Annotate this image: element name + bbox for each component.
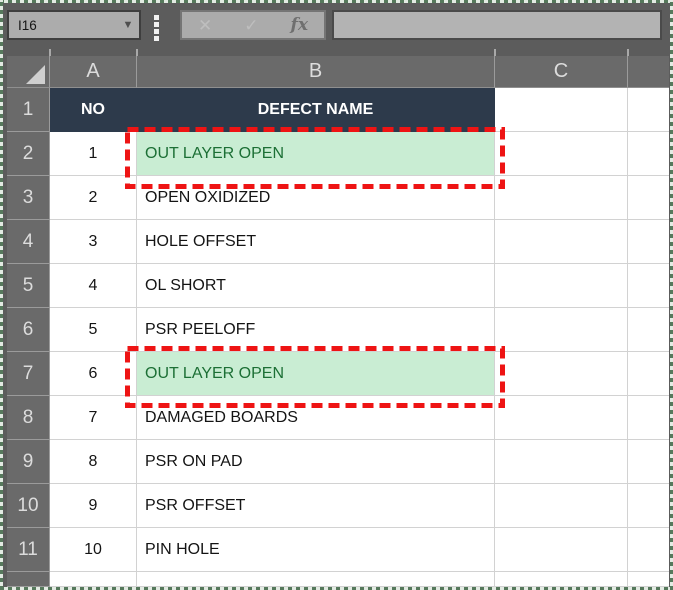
cell-d6[interactable] xyxy=(628,308,669,352)
formula-input[interactable] xyxy=(340,17,654,34)
cell-d4[interactable] xyxy=(628,220,669,264)
cell-b1-defect-header[interactable]: DEFECT NAME xyxy=(137,88,495,132)
cell-b7-highlighted[interactable]: OUT LAYER OPEN xyxy=(137,352,495,396)
row-header-2[interactable]: 2 xyxy=(7,132,50,176)
table-row: 5 4 OL SHORT xyxy=(7,264,669,308)
column-tick xyxy=(494,49,496,56)
cell-d1[interactable] xyxy=(628,88,669,132)
cell-a11[interactable]: 10 xyxy=(50,528,137,572)
cell-a4[interactable]: 3 xyxy=(50,220,137,264)
cell-b12[interactable] xyxy=(137,572,495,587)
select-all-button[interactable] xyxy=(7,56,50,88)
column-header-c[interactable]: C xyxy=(495,56,628,88)
row-header-9[interactable]: 9 xyxy=(7,440,50,484)
cell-a2[interactable]: 1 xyxy=(50,132,137,176)
cell-c6[interactable] xyxy=(495,308,628,352)
insert-function-button[interactable]: fx xyxy=(291,15,308,35)
cell-d3[interactable] xyxy=(628,176,669,220)
column-header-a[interactable]: A xyxy=(50,56,137,88)
cell-d5[interactable] xyxy=(628,264,669,308)
cell-c3[interactable] xyxy=(495,176,628,220)
cell-c2[interactable] xyxy=(495,132,628,176)
cell-c11[interactable] xyxy=(495,528,628,572)
table-row: 4 3 HOLE OFFSET xyxy=(7,220,669,264)
excel-window: ▼ ✕ ✓ fx A B C 1 NO DEFECT NAME 2 1 xyxy=(0,0,673,590)
cell-c10[interactable] xyxy=(495,484,628,528)
capture-border-left xyxy=(0,0,3,590)
cell-c1[interactable] xyxy=(495,88,628,132)
name-box[interactable]: ▼ xyxy=(7,10,141,40)
cell-d8[interactable] xyxy=(628,396,669,440)
cell-b4[interactable]: HOLE OFFSET xyxy=(137,220,495,264)
row-header-12[interactable] xyxy=(7,572,50,587)
table-row: 2 1 OUT LAYER OPEN xyxy=(7,132,669,176)
table-row: 10 9 PSR OFFSET xyxy=(7,484,669,528)
column-tick xyxy=(627,49,629,56)
cell-b9[interactable]: PSR ON PAD xyxy=(137,440,495,484)
table-row: 8 7 DAMAGED BOARDS xyxy=(7,396,669,440)
cell-b8[interactable]: DAMAGED BOARDS xyxy=(137,396,495,440)
name-box-input[interactable] xyxy=(16,17,117,34)
table-row: 9 8 PSR ON PAD xyxy=(7,440,669,484)
column-header-band: A B C xyxy=(7,56,669,88)
cell-b5[interactable]: OL SHORT xyxy=(137,264,495,308)
table-row: 6 5 PSR PEELOFF xyxy=(7,308,669,352)
column-header-b[interactable]: B xyxy=(137,56,495,88)
spreadsheet-grid: A B C 1 NO DEFECT NAME 2 1 OUT LAYER OPE… xyxy=(7,56,669,587)
cell-d10[interactable] xyxy=(628,484,669,528)
row-header-6[interactable]: 6 xyxy=(7,308,50,352)
enter-button[interactable]: ✓ xyxy=(244,17,258,34)
cell-b10[interactable]: PSR OFFSET xyxy=(137,484,495,528)
cell-b3[interactable]: OPEN OXIDIZED xyxy=(137,176,495,220)
table-row: 3 2 OPEN OXIDIZED xyxy=(7,176,669,220)
table-header-row: 1 NO DEFECT NAME xyxy=(7,88,669,132)
cell-b2-highlighted[interactable]: OUT LAYER OPEN xyxy=(137,132,495,176)
cell-d2[interactable] xyxy=(628,132,669,176)
cell-a8[interactable]: 7 xyxy=(50,396,137,440)
cell-c9[interactable] xyxy=(495,440,628,484)
cell-d12[interactable] xyxy=(628,572,669,587)
cell-c12[interactable] xyxy=(495,572,628,587)
row-header-5[interactable]: 5 xyxy=(7,264,50,308)
select-all-triangle-icon xyxy=(26,65,45,84)
table-row-partial xyxy=(7,572,669,587)
cell-a9[interactable]: 8 xyxy=(50,440,137,484)
cell-b6[interactable]: PSR PEELOFF xyxy=(137,308,495,352)
formula-bar-splitter[interactable] xyxy=(154,15,159,41)
cell-c5[interactable] xyxy=(495,264,628,308)
cell-c4[interactable] xyxy=(495,220,628,264)
row-header-10[interactable]: 10 xyxy=(7,484,50,528)
cell-a10[interactable]: 9 xyxy=(50,484,137,528)
row-header-1[interactable]: 1 xyxy=(7,88,50,132)
name-box-dropdown-icon[interactable]: ▼ xyxy=(117,19,139,31)
cell-a1-no-header[interactable]: NO xyxy=(50,88,137,132)
table-row: 11 10 PIN HOLE xyxy=(7,528,669,572)
column-tick xyxy=(136,49,138,56)
cell-c7[interactable] xyxy=(495,352,628,396)
table-row: 7 6 OUT LAYER OPEN xyxy=(7,352,669,396)
row-header-3[interactable]: 3 xyxy=(7,176,50,220)
row-header-11[interactable]: 11 xyxy=(7,528,50,572)
cell-d9[interactable] xyxy=(628,440,669,484)
formula-button-group: ✕ ✓ fx xyxy=(180,10,326,40)
cell-a6[interactable]: 5 xyxy=(50,308,137,352)
formula-bar[interactable] xyxy=(332,10,662,40)
row-header-8[interactable]: 8 xyxy=(7,396,50,440)
cell-d7[interactable] xyxy=(628,352,669,396)
cell-b11[interactable]: PIN HOLE xyxy=(137,528,495,572)
cell-a5[interactable]: 4 xyxy=(50,264,137,308)
cell-c8[interactable] xyxy=(495,396,628,440)
column-tick xyxy=(49,49,51,56)
cell-a12[interactable] xyxy=(50,572,137,587)
cell-a7[interactable]: 6 xyxy=(50,352,137,396)
cell-d11[interactable] xyxy=(628,528,669,572)
capture-border-top xyxy=(0,0,673,3)
cancel-button[interactable]: ✕ xyxy=(198,17,212,34)
row-header-4[interactable]: 4 xyxy=(7,220,50,264)
cell-a3[interactable]: 2 xyxy=(50,176,137,220)
column-header-d[interactable] xyxy=(628,56,669,88)
row-header-7[interactable]: 7 xyxy=(7,352,50,396)
